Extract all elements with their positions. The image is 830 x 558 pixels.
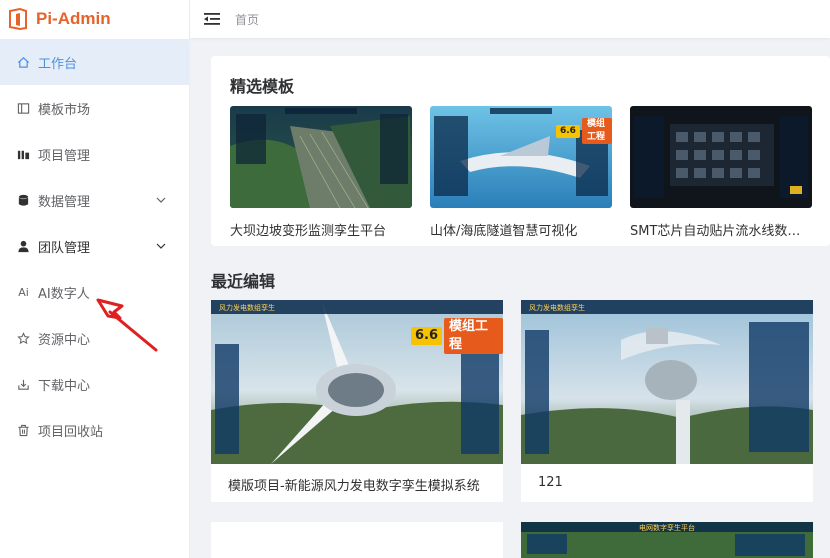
- database-icon: [17, 194, 30, 207]
- app-name: Pi-Admin: [36, 9, 111, 28]
- thumbnail-title: 风力发电数组孪生: [529, 303, 585, 312]
- sidebar-item-label: 数据管理: [38, 194, 91, 210]
- project-caption: 模版项目-新能源风力发电数字孪生模拟系统: [228, 479, 480, 494]
- sidebar-item-project-management[interactable]: 项目管理: [0, 131, 189, 177]
- chevron-down-icon[interactable]: [155, 194, 167, 206]
- download-icon: [17, 378, 30, 391]
- template-caption: 山体/海底隧道智慧可视化: [430, 224, 578, 239]
- template-card[interactable]: SMT芯片自动贴片流水线数字孪生: [630, 106, 812, 239]
- annotation-arrow: [96, 298, 158, 352]
- template-thumbnail[interactable]: [630, 106, 812, 208]
- project-card-empty[interactable]: [211, 522, 503, 558]
- template-thumbnail[interactable]: [230, 106, 412, 208]
- logo[interactable]: Pi-Admin: [0, 0, 190, 38]
- menu-fold-icon[interactable]: [204, 12, 220, 26]
- project-thumbnail[interactable]: 风力发电数组孪生: [521, 300, 813, 464]
- badge-version: 6.6: [556, 124, 580, 138]
- thumbnail-title: 电网数字孪生平台: [639, 523, 695, 532]
- star-icon: [17, 331, 30, 345]
- project-card[interactable]: 电网数字孪生平台: [521, 522, 813, 558]
- sidebar-item-recycle-bin[interactable]: 项目回收站: [0, 407, 189, 453]
- featured-section-title: 精选模板: [230, 77, 295, 96]
- sidebar-item-label: 下载中心: [38, 378, 91, 394]
- project-caption: 121: [538, 475, 563, 490]
- template-caption: SMT芯片自动贴片流水线数字孪生: [630, 224, 812, 239]
- logo-icon: [9, 8, 27, 30]
- template-card[interactable]: 6.6 模组工程 山体/海底隧道智慧可视化: [430, 106, 612, 239]
- sidebar-item-label: 项目回收站: [38, 424, 104, 440]
- version-badge: 6.6 模组工程: [411, 318, 503, 354]
- top-header: 首页: [190, 0, 830, 38]
- sidebar: Pi-Admin 工作台 模板市场 项目管理 数据管理 团队管理 Ai AI数字…: [0, 0, 190, 558]
- sidebar-item-label: 工作台: [38, 56, 78, 72]
- badge-version: 6.6: [411, 327, 443, 345]
- bar-chart-icon: [17, 148, 30, 161]
- home-icon: [17, 56, 30, 69]
- turbine-hub-image: 风力发电数组孪生: [521, 300, 813, 464]
- badge-label: 模组工程: [581, 118, 612, 144]
- sidebar-menu: 工作台 模板市场 项目管理 数据管理 团队管理 Ai AI数字人 资源中心 下载…: [0, 39, 189, 453]
- trash-icon: [17, 424, 30, 437]
- project-card[interactable]: 风力发电数组孪生 6.6 模组工程 模版项目-新能源风力发电数字孪生模拟系统: [211, 300, 503, 502]
- template-card[interactable]: 大坝边坡变形监测孪生平台: [230, 106, 412, 239]
- badge-label: 模组工程: [444, 318, 503, 354]
- recent-section-title: 最近编辑: [211, 272, 276, 291]
- template-icon: [17, 102, 30, 115]
- template-thumbnail[interactable]: 6.6 模组工程: [430, 106, 612, 208]
- sidebar-item-label: 资源中心: [38, 332, 91, 348]
- sidebar-item-label: AI数字人: [38, 286, 90, 302]
- sidebar-item-workbench[interactable]: 工作台: [0, 39, 189, 85]
- grid-map-image: 电网数字孪生平台: [521, 522, 813, 558]
- thumbnail-title: 风力发电数组孪生: [219, 303, 275, 312]
- smt-line-scene-image: [630, 106, 812, 208]
- sidebar-item-download-center[interactable]: 下载中心: [0, 361, 189, 407]
- version-badge: 6.6 模组工程: [556, 118, 612, 144]
- sidebar-item-label: 团队管理: [38, 240, 91, 256]
- dam-scene-image: [230, 106, 412, 208]
- user-icon: [17, 240, 30, 253]
- chevron-down-icon[interactable]: [155, 240, 167, 252]
- sidebar-item-label: 项目管理: [38, 148, 91, 164]
- ai-icon: Ai: [18, 285, 29, 299]
- project-card[interactable]: 风力发电数组孪生 121: [521, 300, 813, 502]
- project-thumbnail[interactable]: 风力发电数组孪生 6.6 模组工程: [211, 300, 503, 464]
- breadcrumb[interactable]: 首页: [235, 11, 259, 28]
- template-caption: 大坝边坡变形监测孪生平台: [230, 224, 387, 239]
- sidebar-item-label: 模板市场: [38, 102, 91, 118]
- sidebar-item-template-market[interactable]: 模板市场: [0, 85, 189, 131]
- sidebar-item-data-management[interactable]: 数据管理: [0, 177, 189, 223]
- sidebar-item-team-management[interactable]: 团队管理: [0, 223, 189, 269]
